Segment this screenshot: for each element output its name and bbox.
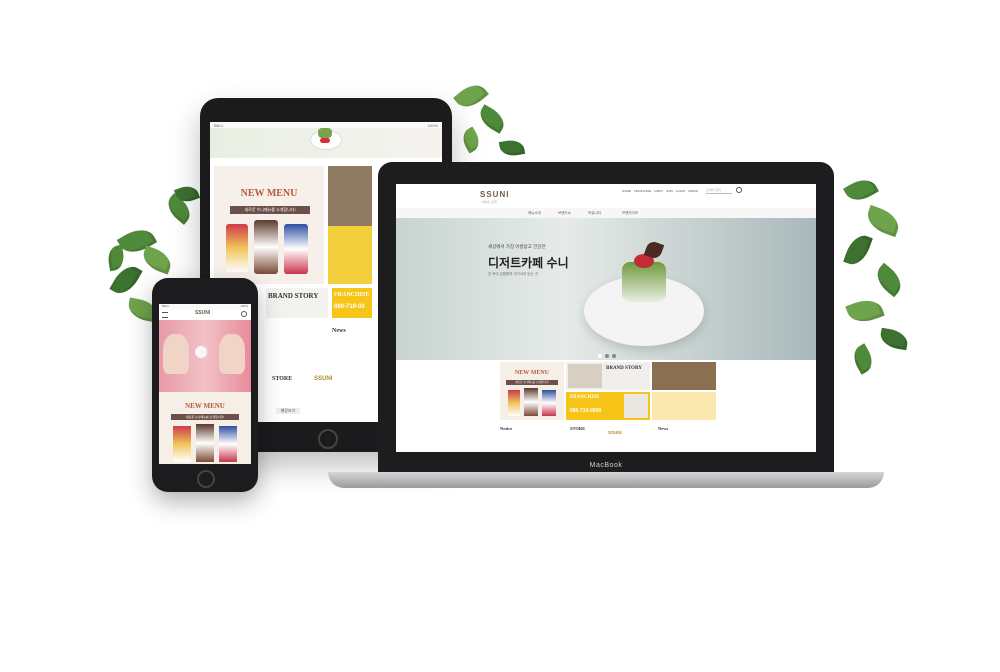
- top-link-first[interactable]: FIRST: [654, 189, 663, 193]
- laptop-base: [328, 472, 884, 488]
- top-link-login[interactable]: LOGIN: [676, 189, 685, 193]
- franchise-title: FRANCHISE: [570, 395, 600, 400]
- tablet-store-title: STORE: [272, 376, 293, 382]
- tablet-new-menu-sub: 새로운 수니메뉴를 소개합니다!: [230, 206, 310, 214]
- hero-small-text: 세상에서 가장 아름답고 건강한: [488, 244, 546, 249]
- phone-new-menu-tile[interactable]: NEW MENU 새로운 수니메뉴를 소개합니다!: [159, 392, 251, 464]
- phone-new-menu-title: NEW MENU: [185, 402, 225, 410]
- search-input[interactable]: 검색어 입력: [706, 188, 732, 194]
- photo-tile[interactable]: [652, 362, 716, 390]
- promo-tile[interactable]: [652, 392, 716, 420]
- news-title: News: [658, 426, 669, 431]
- tablet-yellow-tile[interactable]: [328, 226, 372, 284]
- tablet-brand-story-title: BRAND STORY: [268, 292, 319, 300]
- top-link-franchise[interactable]: FRANCHISE: [634, 189, 651, 193]
- phone-screen: BELL 100% SSUNI NEW MENU 새로운 수니메뉴를 소개합니다…: [159, 304, 251, 464]
- hero-dot-3[interactable]: [612, 354, 616, 358]
- tablet-new-menu-tile[interactable]: NEW MENU 새로운 수니메뉴를 소개합니다!: [214, 166, 324, 284]
- hero-sub-text: 건 속이 있음함의 여기서요 있는 곳: [488, 272, 538, 276]
- phone-status-carrier: BELL: [162, 304, 170, 308]
- top-link-admin[interactable]: ADMIN: [688, 189, 698, 193]
- hero-cake: [622, 262, 666, 302]
- main-nav: 메뉴소개 브랜드소 커뮤니티 프랜차이즈: [396, 208, 816, 218]
- tablet-store-button[interactable]: 매장보기: [276, 408, 300, 414]
- nav-item-brand[interactable]: 브랜드소: [558, 211, 571, 216]
- new-menu-title: NEW MENU: [514, 370, 550, 376]
- nav-item-menu[interactable]: 메뉴소개: [528, 211, 541, 216]
- hero-title: 디저트카페 수니: [488, 256, 569, 270]
- hero-dot-2[interactable]: [605, 354, 609, 358]
- hero-banner: 세상에서 가장 아름답고 건강한 디저트카페 수니 건 속이 있음함의 여기서요…: [396, 218, 816, 360]
- franchise-tile[interactable]: FRANCHISE 080-719-0000: [566, 392, 650, 420]
- new-menu-sub: 새로운 수니메뉴를 소개합니다!: [506, 380, 558, 385]
- nav-item-franchise[interactable]: 프랜차이즈: [622, 211, 638, 216]
- tablet-home-button[interactable]: [318, 429, 338, 449]
- site-header: SSUNI 아이스 소개 HOME FRANCHISE FIRST JOIN L…: [396, 184, 816, 208]
- franchise-phone: 080-719-0000: [570, 408, 602, 414]
- phone-status-battery: 100%: [240, 304, 248, 308]
- top-link-join[interactable]: JOIN: [666, 189, 673, 193]
- nav-item-community[interactable]: 커뮤니티: [588, 211, 601, 216]
- tablet-franchise-title: FRANCHISE: [334, 292, 370, 298]
- tablet-photo-tile[interactable]: [328, 166, 372, 226]
- laptop-screen: SSUNI 아이스 소개 HOME FRANCHISE FIRST JOIN L…: [396, 184, 816, 452]
- search-icon[interactable]: [736, 187, 742, 193]
- site-logo-sub: 아이스 소개: [482, 200, 497, 204]
- phone-new-menu-sub: 새로운 수니메뉴를 소개합니다!: [171, 414, 239, 420]
- top-links: HOME FRANCHISE FIRST JOIN LOGIN ADMIN: [622, 189, 698, 193]
- tablet-franchise-tile[interactable]: FRANCHISE 080-719-00: [332, 288, 372, 318]
- tablet-hero: [210, 128, 442, 158]
- laptop-device: SSUNI 아이스 소개 HOME FRANCHISE FIRST JOIN L…: [378, 162, 834, 474]
- tablet-store-logo: SSUNI: [314, 376, 333, 382]
- tablet-brand-story-tile[interactable]: BRAND STORY: [266, 288, 328, 318]
- phone-logo[interactable]: SSUNI: [195, 310, 210, 316]
- tablet-new-menu-title: NEW MENU: [240, 188, 298, 199]
- store-logo: SSUNI: [608, 430, 622, 435]
- site-logo[interactable]: SSUNI: [480, 190, 509, 199]
- new-menu-tile[interactable]: NEW MENU 새로운 수니메뉴를 소개합니다!: [500, 362, 564, 420]
- phone-home-button[interactable]: [197, 470, 215, 488]
- brand-story-title: BRAND STORY: [606, 366, 642, 371]
- phone-device: BELL 100% SSUNI NEW MENU 새로운 수니메뉴를 소개합니다…: [152, 278, 258, 492]
- hero-dot-1[interactable]: [598, 354, 602, 358]
- phone-search-icon[interactable]: [241, 311, 247, 317]
- phone-hero: [159, 320, 251, 392]
- store-title: STORE: [570, 426, 586, 431]
- tablet-franchise-phone: 080-719-00: [334, 304, 365, 310]
- top-link-home[interactable]: HOME: [622, 189, 631, 193]
- brand-story-tile[interactable]: BRAND STORY: [566, 362, 650, 390]
- tablet-news-title: News: [332, 328, 346, 334]
- laptop-brand-label: MacBook: [589, 462, 623, 469]
- notice-title: Notice: [500, 426, 513, 431]
- phone-menu-icon[interactable]: [162, 312, 168, 318]
